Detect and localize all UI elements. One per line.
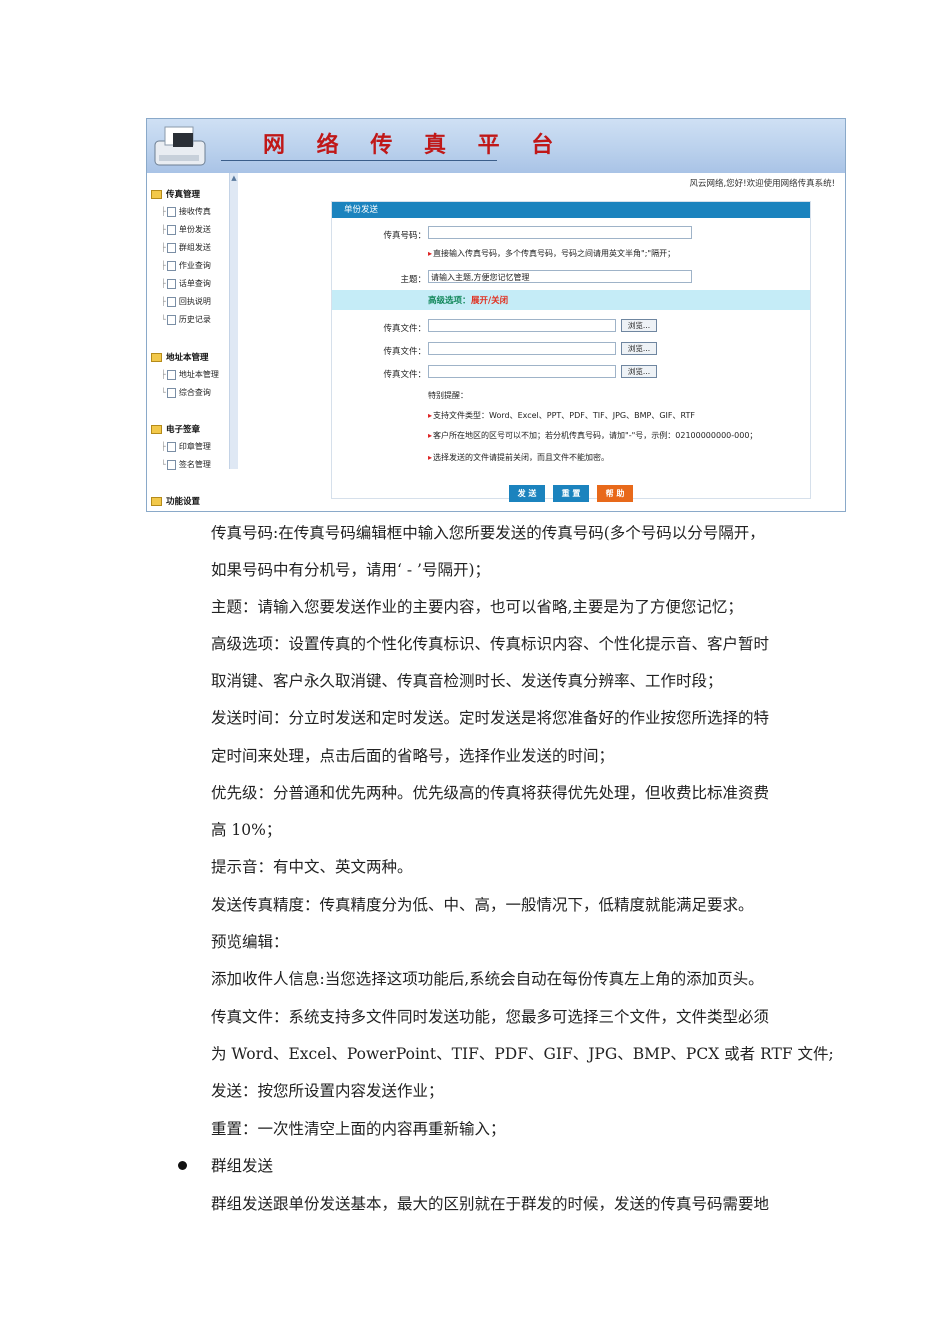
advanced-options-row: 高级选项： 展开/关闭 (332, 290, 810, 310)
doc-line: 如果号码中有分机号，请用‘ - ’号隔开)； (211, 561, 490, 579)
fax-number-hint: ▸直接输入传真号码，多个传真号码，号码之间请用英文半角";"隔开； (428, 249, 676, 258)
sidebar-group-esign[interactable]: 电子签章 (151, 423, 200, 435)
fax-file-label-3: 传真文件： (383, 370, 426, 380)
advanced-options-label: 高级选项： (428, 296, 471, 306)
fax-number-label: 传真号码： (383, 231, 426, 241)
pointer-icon: ▸ (428, 249, 433, 258)
folder-icon (151, 190, 162, 199)
sidebar-group-fax[interactable]: 传真管理 (151, 188, 200, 200)
doc-line: 主题：请输入您要发送作业的主要内容，也可以省略,主要是为了方便您记忆； (211, 598, 743, 616)
bullet-icon (178, 1161, 187, 1170)
doc-line: 发送时间：分立时发送和定时发送。定时发送是将您准备好的作业按您所选择的特 (211, 709, 770, 727)
single-send-panel: 单份发送 传真号码： ▸直接输入传真号码，多个传真号码，号码之间请用英文半角";… (331, 201, 811, 499)
doc-line: 高 10%； (211, 821, 282, 839)
page-icon (166, 369, 176, 380)
page-icon (166, 260, 176, 271)
sidebar-item-address-book[interactable]: ├ 地址本管理 (161, 369, 219, 380)
page-icon (166, 296, 176, 307)
sidebar-group-address[interactable]: 地址本管理 (151, 351, 209, 363)
sidebar-item-job-query[interactable]: ├ 作业查询 (161, 260, 211, 271)
scroll-up-icon[interactable]: ▲ (230, 173, 238, 183)
folder-icon (151, 353, 162, 362)
doc-line: 高级选项：设置传真的个性化传真标识、传真标识内容、个性化提示音、客户暂时 (211, 635, 770, 653)
banner: 网 络 传 真 平 台 (147, 119, 845, 173)
subject-input[interactable]: 请输入主题,方便您记忆管理 (428, 270, 692, 283)
doc-line: 为 Word、Excel、PowerPoint、TIF、PDF、GIF、JPG、… (211, 1045, 834, 1063)
doc-line: 发送：按您所设置内容发送作业； (211, 1082, 444, 1100)
panel-heading: 单份发送 (332, 202, 810, 218)
send-button[interactable]: 发 送 (509, 485, 545, 502)
fax-file-input-2[interactable] (428, 342, 616, 355)
doc-line: 传真文件：系统支持多文件同时发送功能，您最多可选择三个文件，文件类型必须 (211, 1008, 770, 1026)
sidebar: 传真管理 ├ 接收传真 ├ 单份发送 ├ 群组发送 ├ 作业查询 ├ 话单查询 ├ 回执说明… (147, 173, 229, 511)
sidebar-item-history[interactable]: └ 历史记录 (161, 314, 211, 325)
subject-label: 主题： (400, 275, 426, 285)
doc-line: 取消键、客户永久取消键、传真音检测时长、发送传真分辨率、工作时段； (211, 672, 723, 690)
sidebar-item-group-send[interactable]: ├ 群组发送 (161, 242, 211, 253)
sidebar-item-bill-query[interactable]: ├ 话单查询 (161, 278, 211, 289)
sidebar-item-receipt[interactable]: ├ 回执说明 (161, 296, 211, 307)
fax-file-input-1[interactable] (428, 319, 616, 332)
page-icon (166, 278, 176, 289)
sidebar-group-settings[interactable]: 功能设置 (151, 495, 200, 507)
sidebar-item-receive[interactable]: ├ 接收传真 (161, 206, 211, 217)
pointer-icon: ▸ (428, 453, 433, 462)
sidebar-item-seal[interactable]: ├ 印章管理 (161, 441, 211, 452)
browse-button-1[interactable]: 浏览... (621, 319, 657, 332)
doc-line: 优先级：分普通和优先两种。优先级高的传真将获得优先处理，但收费比标准资费 (211, 784, 770, 802)
page-icon (166, 387, 176, 398)
advanced-options-toggle[interactable]: 展开/关闭 (471, 294, 508, 306)
page-icon (166, 206, 176, 217)
page-icon (166, 459, 176, 470)
banner-underline (221, 160, 497, 161)
notes-title: 特别提醒： (428, 391, 468, 400)
pointer-icon: ▸ (428, 411, 433, 420)
banner-title: 网 络 传 真 平 台 (263, 132, 566, 158)
fax-number-input[interactable] (428, 226, 692, 239)
folder-icon (151, 425, 162, 434)
sidebar-item-combined-query[interactable]: └ 综合查询 (161, 387, 211, 398)
help-button[interactable]: 帮 助 (597, 485, 633, 502)
page-icon (166, 224, 176, 235)
fax-file-label-1: 传真文件： (383, 324, 426, 334)
note-file-types: ▸支持文件类型：Word、Excel、PPT、PDF、TIF、JPG、BMP、G… (428, 411, 695, 420)
doc-line: 定时间来处理，点击后面的省略号，选择作业发送的时间； (211, 747, 615, 765)
doc-line: 添加收件人信息:当您选择这项功能后,系统会自动在每份传真左上角的添加页头。 (211, 970, 764, 988)
section-heading-group-send: 群组发送 (211, 1157, 274, 1175)
welcome-message: 风云网络,您好!欢迎使用网络传真系统! (689, 179, 835, 189)
note-close-files: ▸选择发送的文件请提前关闭，而且文件不能加密。 (428, 453, 610, 462)
page-icon (166, 441, 176, 452)
fax-file-label-2: 传真文件： (383, 347, 426, 357)
pointer-icon: ▸ (428, 431, 433, 440)
browse-button-3[interactable]: 浏览... (621, 365, 657, 378)
doc-line: 预览编辑： (211, 933, 289, 951)
page-icon (166, 314, 176, 325)
fax-machine-icon (154, 126, 206, 166)
sidebar-item-single-send[interactable]: ├ 单份发送 (161, 224, 211, 235)
browse-button-2[interactable]: 浏览... (621, 342, 657, 355)
doc-line: 发送传真精度：传真精度分为低、中、高，一般情况下，低精度就能满足要求。 (211, 896, 754, 914)
fax-file-input-3[interactable] (428, 365, 616, 378)
doc-line: 提示音：有中文、英文两种。 (211, 858, 413, 876)
doc-line: 群组发送跟单份发送基本，最大的区别就在于群发的时候，发送的传真号码需要地 (211, 1195, 770, 1213)
reset-button[interactable]: 重 置 (553, 485, 589, 502)
note-area-code: ▸客户所在地区的区号可以不加；若分机传真号码，请加"-"号，示例：0210000… (428, 431, 758, 440)
sidebar-item-signature[interactable]: └ 签名管理 (161, 459, 211, 470)
fax-platform-screenshot: 网 络 传 真 平 台 传真管理 ├ 接收传真 ├ 单份发送 ├ 群组发送 ├ 作业查询… (146, 118, 846, 512)
doc-line: 传真号码:在传真号码编辑框中输入您所要发送的传真号码(多个号码以分号隔开， (211, 524, 765, 542)
sidebar-scrollbar[interactable]: ▲ (229, 173, 238, 469)
page-icon (166, 242, 176, 253)
folder-icon (151, 497, 162, 506)
doc-line: 重置：一次性清空上面的内容再重新输入； (211, 1120, 506, 1138)
